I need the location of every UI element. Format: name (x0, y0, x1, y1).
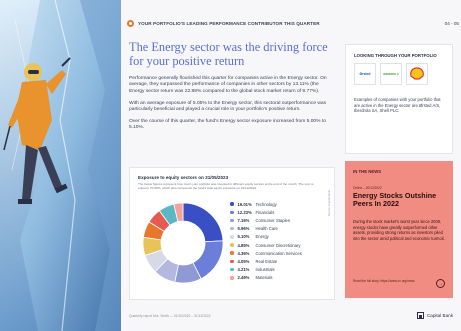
legend-value: 5.10% (237, 234, 250, 240)
legend-label: Industrials (255, 267, 275, 273)
legend-swatch (230, 251, 234, 255)
report-page: YOUR PORTFOLIO'S LEADING PERFORMANCE CON… (121, 0, 461, 331)
legend-row: 4.05% Real Estate (230, 257, 330, 265)
legend-swatch (230, 259, 234, 264)
legend-swatch (230, 235, 234, 239)
legend-row: 12.23% Financials (230, 208, 330, 216)
legend-row: 16.01% Technology (230, 200, 330, 208)
lookthrough-text: Examples of companies with your portfoli… (354, 97, 441, 114)
legend-value: 4.85% (237, 242, 250, 248)
news-headline: Energy Stocks Outshine Peers In 2022 (353, 191, 437, 209)
iberdrola-logo-text: IBERDROLA (383, 72, 399, 76)
legend-row: 4.36% Communication Services (230, 249, 330, 257)
legend-label: Materials (255, 275, 273, 281)
news-date: Online – 20/12/2022 (353, 186, 382, 190)
company-logos: Ørsted IBERDROLA (354, 63, 432, 85)
chart-legend: 16.01% Technology 12.23% Financials 7.16% Con… (230, 200, 330, 282)
legend-swatch (230, 210, 234, 215)
page-numbers: 04 - 05 (444, 20, 459, 26)
legend-label: Consumer Staples (255, 217, 290, 223)
arrow-right-icon[interactable]: → (436, 279, 445, 288)
hero-photo-climber (0, 0, 121, 331)
legend-value: 2.46% (237, 275, 250, 281)
lookthrough-title: LOOKING THROUGH YOUR PORTFOLIO (354, 53, 437, 58)
chart-subtitle: The below figures represent how much you… (138, 182, 314, 190)
legend-label: Technology (255, 201, 277, 207)
donut-chart (142, 202, 224, 284)
shell-logo-icon (410, 67, 424, 80)
legend-value: 16.01% (237, 201, 252, 207)
legend-swatch (230, 202, 234, 206)
news-section-title: IN THE NEWS (353, 169, 382, 174)
legend-label: Energy (255, 234, 269, 240)
legend-value: 4.21% (237, 267, 250, 273)
orsted-logo-text: Ørsted (359, 72, 371, 76)
legend-value: 4.36% (237, 250, 250, 256)
bank-name: Capital Bank (426, 313, 453, 318)
legend-row: 7.16% Consumer Staples (230, 216, 330, 224)
page-headline: The Energy sector was the driving force … (129, 40, 328, 68)
legend-row: 5.96% Health Care (230, 225, 330, 233)
report-header: YOUR PORTFOLIO'S LEADING PERFORMANCE CON… (127, 18, 459, 28)
footer-report-info: Quarterly report Mrs. Smith — 01/10/2022… (129, 314, 211, 318)
legend-label: Communication Services (255, 250, 302, 256)
main-content: The Energy sector was the driving force … (129, 40, 335, 137)
legend-row: 2.46% Materials (230, 274, 330, 282)
bank-logo-icon (416, 312, 424, 319)
legend-swatch (230, 218, 234, 223)
legend-label: Real Estate (255, 258, 278, 264)
news-card: IN THE NEWS Online – 20/12/2022 Energy S… (345, 161, 453, 298)
section-title: YOUR PORTFOLIO'S LEADING PERFORMANCE CON… (138, 20, 320, 26)
legend-label: Financials (255, 209, 275, 215)
sector-exposure-chart-card: Exposure to equity sectors on 31/05/2023… (129, 167, 335, 300)
legend-value: 12.23% (237, 209, 252, 215)
legend-value: 7.16% (237, 217, 250, 223)
climber-illustration (0, 0, 121, 331)
legend-swatch (230, 276, 234, 280)
legend-row: 4.85% Consumer Discretionary (230, 241, 330, 249)
footer-brand: Capital Bank (416, 312, 453, 319)
legend-swatch (230, 267, 234, 272)
legend-label: Consumer Discretionary (255, 242, 301, 248)
chart-title: Exposure to equity sectors on 31/05/2023 (138, 175, 229, 180)
body-paragraph-2: With an average exposure of 5.05% to the… (129, 100, 327, 113)
legend-swatch (230, 243, 234, 247)
body-paragraph-3: Over the course of this quarter, the fun… (129, 119, 326, 131)
shell-logo (406, 63, 428, 85)
legend-value: 4.05% (237, 258, 250, 264)
legend-label: Health Care (255, 226, 278, 232)
iberdrola-logo: IBERDROLA (380, 63, 402, 85)
portfolio-lookthrough-card: LOOKING THROUGH YOUR PORTFOLIO Ørsted IB… (345, 44, 453, 154)
legend-swatch (230, 226, 234, 231)
orsted-logo: Ørsted (354, 63, 376, 85)
legend-row: 4.21% Industrials (230, 266, 330, 274)
legend-value: 5.96% (237, 226, 250, 232)
body-paragraph-1: Performance generally flourished this qu… (129, 76, 327, 94)
section-icon (127, 19, 134, 27)
news-link[interactable]: Read the full story: https://www.xx.org/… (353, 279, 433, 283)
legend-row: 5.10% Energy (230, 233, 330, 241)
news-body: During the stock market's worst year sin… (353, 219, 445, 241)
donut-slice-technology (182, 202, 224, 243)
